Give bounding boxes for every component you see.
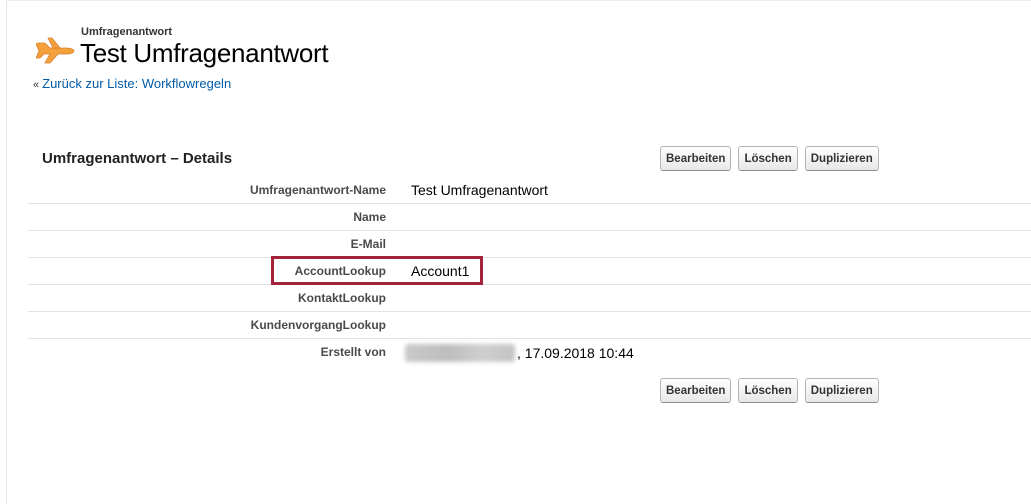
clone-button[interactable]: Duplizieren	[804, 378, 879, 403]
field-label: AccountLookup	[294, 264, 386, 278]
edit-button[interactable]: Bearbeiten	[660, 378, 732, 403]
page-title: Test Umfragenantwort	[80, 38, 329, 68]
field-label: Erstellt von	[320, 345, 386, 359]
back-arrow-icon: «	[33, 79, 40, 91]
object-type-label: Umfragenantwort	[81, 26, 173, 38]
redacted-user-name[interactable]	[405, 344, 515, 362]
created-date: , 17.09.2018 10:44	[517, 345, 634, 361]
clone-button[interactable]: Duplizieren	[804, 146, 879, 171]
delete-button[interactable]: Löschen	[738, 146, 798, 171]
field-label: E-Mail	[350, 237, 386, 251]
field-row-email: E-Mail	[28, 231, 1031, 258]
field-label: Umfragenantwort-Name	[249, 183, 386, 197]
field-label: KundenvorgangLookup	[250, 318, 386, 332]
account-lookup-link[interactable]: Account1	[411, 263, 469, 279]
field-row-name: Umfragenantwort-Name Test Umfragenantwor…	[28, 177, 1031, 204]
delete-button[interactable]: Löschen	[738, 378, 798, 403]
created-by-value: , 17.09.2018 10:44	[405, 344, 634, 362]
field-row-case-lookup: KundenvorgangLookup	[28, 312, 1031, 339]
back-to-list-link[interactable]: «Zurück zur Liste: Workflowregeln	[33, 76, 231, 91]
field-value: Test Umfragenantwort	[411, 182, 548, 198]
field-row-contact-name: Name	[28, 204, 1031, 231]
airplane-icon	[36, 37, 75, 64]
edit-button[interactable]: Bearbeiten	[660, 146, 732, 171]
field-label: KontaktLookup	[298, 291, 386, 305]
section-title: Umfragenantwort – Details	[42, 150, 233, 167]
top-button-row: Bearbeiten Löschen Duplizieren	[660, 146, 879, 171]
field-row-account-lookup: AccountLookup Account1	[28, 258, 1031, 285]
field-row-contact-lookup: KontaktLookup	[28, 285, 1031, 312]
field-row-created-by: Erstellt von , 17.09.2018 10:44	[28, 339, 1031, 365]
back-link-label[interactable]: Zurück zur Liste: Workflowregeln	[42, 76, 231, 91]
bottom-button-row: Bearbeiten Löschen Duplizieren	[660, 378, 879, 403]
field-label: Name	[353, 210, 386, 224]
details-table: Umfragenantwort-Name Test Umfragenantwor…	[28, 177, 1031, 365]
